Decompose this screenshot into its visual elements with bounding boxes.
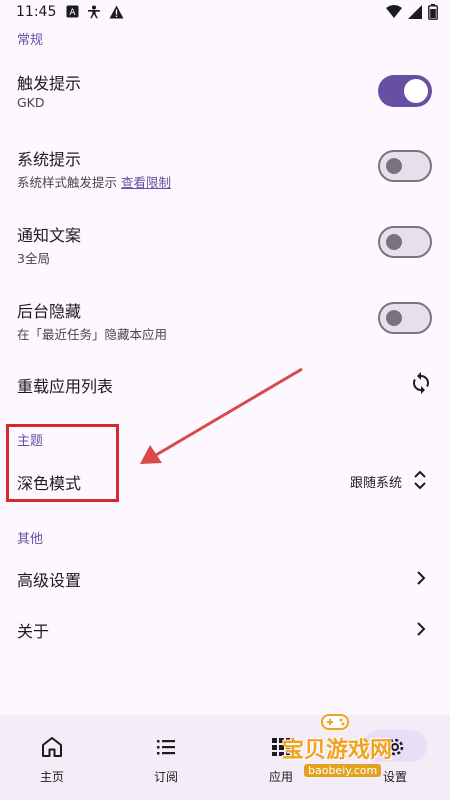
touch-hint-toggle[interactable]	[378, 75, 432, 107]
setting-reload-app-list[interactable]: 重载应用列表	[0, 360, 450, 406]
watermark-url: baobeiy.com	[304, 764, 382, 777]
gamepad-icon	[321, 714, 349, 730]
setting-subtitle: 3全局	[17, 251, 50, 266]
system-hint-toggle[interactable]	[378, 150, 432, 182]
refresh-icon[interactable]	[409, 371, 433, 395]
list-icon	[157, 740, 175, 755]
notification-text-toggle[interactable]	[378, 226, 432, 258]
wifi-icon	[386, 5, 402, 18]
toggle-knob	[386, 310, 402, 326]
svg-text:A: A	[69, 8, 76, 18]
watermark-logo: 宝贝游戏网 baobeiy.com	[274, 710, 394, 780]
chevron-right-icon	[417, 571, 426, 585]
section-header-general: 常规	[17, 33, 44, 48]
setting-title: 系统提示	[17, 150, 82, 169]
setting-title: 关于	[17, 622, 50, 641]
section-header-other: 其他	[17, 532, 44, 547]
setting-subtitle: 系统样式触发提示	[17, 175, 118, 190]
setting-subtitle: 在「最近任务」隐藏本应用	[17, 327, 168, 342]
warning-icon	[109, 5, 124, 19]
setting-subtitle: GKD	[17, 95, 45, 110]
accessibility-icon	[88, 5, 100, 19]
setting-background-hide[interactable]: 后台隐藏 在「最近任务」隐藏本应用	[0, 286, 450, 356]
status-bar: 11:45 A	[0, 0, 450, 26]
watermark-text: 宝贝游戏网	[282, 738, 393, 763]
unfold-icon[interactable]	[410, 468, 430, 492]
setting-title: 高级设置	[17, 571, 82, 590]
setting-title: 后台隐藏	[17, 302, 82, 321]
setting-title: 重载应用列表	[17, 377, 114, 396]
setting-subtitle-line: 系统样式触发提示 查看限制	[17, 172, 171, 191]
toggle-knob	[386, 234, 402, 250]
battery-icon	[428, 4, 438, 20]
background-hide-toggle[interactable]	[378, 302, 432, 334]
setting-touch-hint[interactable]: 触发提示 GKD	[0, 58, 450, 128]
setting-about[interactable]: 关于	[0, 606, 450, 652]
nav-item-home[interactable]: 主页	[17, 715, 87, 800]
home-icon	[42, 737, 62, 757]
setting-advanced[interactable]: 高级设置	[0, 555, 450, 601]
view-limits-link[interactable]: 查看限制	[121, 175, 171, 190]
setting-title: 触发提示	[17, 74, 82, 93]
setting-title: 通知文案	[17, 226, 82, 245]
signal-icon	[408, 5, 422, 19]
nav-label: 主页	[39, 770, 64, 784]
dark-mode-value[interactable]: 跟随系统	[350, 472, 402, 491]
text-notification-icon: A	[66, 5, 79, 18]
nav-item-subscriptions[interactable]: 订阅	[131, 715, 201, 800]
setting-system-hint[interactable]: 系统提示 系统样式触发提示 查看限制	[0, 134, 450, 204]
status-system-icons	[386, 4, 438, 20]
toggle-knob	[404, 79, 428, 103]
status-time: 11:45	[16, 4, 57, 20]
annotation-highlight-box	[6, 424, 119, 502]
toggle-knob	[386, 158, 402, 174]
status-notification-icons: A	[66, 5, 124, 19]
setting-notification-text[interactable]: 通知文案 3全局	[0, 210, 450, 280]
chevron-right-icon	[417, 622, 426, 636]
nav-label: 订阅	[153, 770, 178, 784]
